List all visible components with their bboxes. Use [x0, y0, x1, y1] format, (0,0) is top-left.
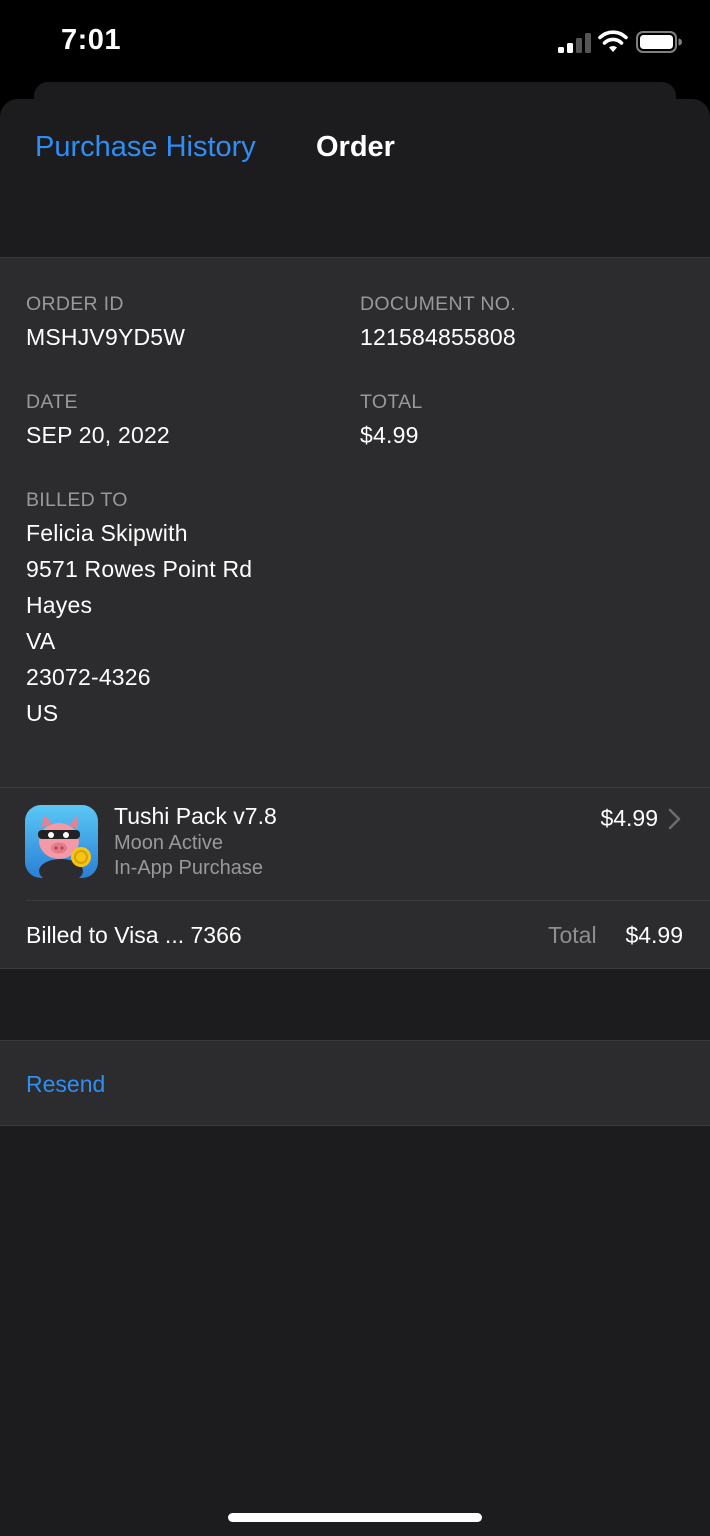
date-label: DATE	[26, 391, 78, 413]
cellular-signal-icon	[558, 33, 591, 53]
resend-section: Resend	[0, 1040, 710, 1126]
billing-country: US	[26, 700, 59, 726]
billing-street: 9571 Rowes Point Rd	[26, 556, 253, 582]
coin-master-pig-icon	[25, 805, 98, 878]
order-id-value: MSHJV9YD5W	[26, 324, 186, 350]
battery-icon	[636, 31, 682, 53]
item-developer: Moon Active	[114, 832, 223, 854]
divider	[26, 900, 710, 901]
home-indicator[interactable]	[228, 1513, 482, 1522]
billed-to-label: BILLED TO	[26, 489, 128, 511]
order-id-label: ORDER ID	[26, 293, 124, 315]
resend-button[interactable]: Resend	[26, 1071, 105, 1098]
billing-city: Hayes	[26, 592, 93, 618]
date-value: SEP 20, 2022	[26, 422, 170, 448]
wifi-icon	[598, 30, 628, 52]
purchase-item-section: Tushi Pack v7.8 Moon Active In-App Purch…	[0, 788, 710, 969]
billing-state: VA	[26, 628, 56, 654]
order-info-section: ORDER ID MSHJV9YD5W DOCUMENT NO. 1215848…	[0, 257, 710, 788]
chevron-right-icon	[668, 808, 681, 830]
page-title: Order	[316, 131, 395, 163]
billing-zip: 23072-4326	[26, 664, 151, 690]
total-value: $4.99	[360, 422, 419, 448]
order-sheet: Purchase History Order ORDER ID MSHJV9YD…	[0, 99, 710, 1536]
billing-name: Felicia Skipwith	[26, 520, 188, 546]
status-time: 7:01	[61, 24, 122, 56]
purchase-item-row[interactable]: Tushi Pack v7.8 Moon Active In-App Purch…	[0, 788, 710, 900]
document-number-value: 121584855808	[360, 324, 516, 350]
total-label: TOTAL	[360, 391, 423, 413]
item-price: $4.99	[600, 805, 658, 831]
document-number-label: DOCUMENT NO.	[360, 293, 516, 315]
status-bar: 7:01	[0, 0, 710, 84]
purchase-history-back-button[interactable]: Purchase History	[35, 131, 256, 164]
payment-total-value: $4.99	[625, 922, 683, 948]
item-type: In-App Purchase	[114, 857, 263, 879]
item-name: Tushi Pack v7.8	[114, 803, 277, 829]
payment-total-label: Total	[548, 922, 597, 948]
payment-method: Billed to Visa ... 7366	[26, 922, 242, 948]
